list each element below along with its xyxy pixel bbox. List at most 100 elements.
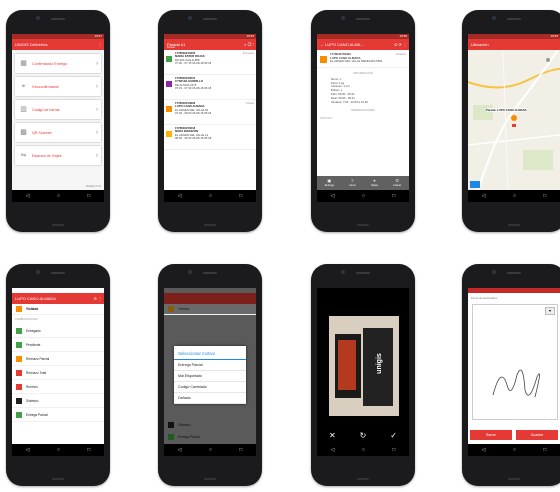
info-value: 7:00 - 10:00 a 13:20 xyxy=(342,99,368,104)
recent-apps-icon[interactable]: □ xyxy=(87,447,90,453)
camera-icon xyxy=(188,270,192,274)
action-llamar[interactable]: ✆ Llamar xyxy=(393,178,402,188)
bg-state-row: Siniestro xyxy=(164,420,256,430)
toolbar-actions[interactable]: ⌕ ⟳ ⋮ xyxy=(244,39,254,50)
bg-state-row: Visitado xyxy=(164,304,256,315)
menu-item[interactable]: ▦ Confirmación Entrega › xyxy=(15,54,101,73)
time-window: 07:15 - 07:30 xyxy=(175,86,192,91)
reason-option[interactable]: Entrega Parcial xyxy=(174,360,246,371)
home-icon[interactable]: ○ xyxy=(513,447,516,453)
action-label: Llamar xyxy=(393,183,402,187)
chevron-right-icon: › xyxy=(96,106,98,113)
time-window: 08:00 - 08:20 xyxy=(175,136,192,141)
menu-item[interactable]: ▩ QR Scanner › xyxy=(15,123,101,142)
state-label: Siniestro xyxy=(26,398,39,403)
app-title: Parada #1 Parada ⌕ ⟳ ⋮ xyxy=(164,39,256,50)
recent-apps-icon[interactable]: □ xyxy=(239,193,242,199)
back-icon[interactable]: ◁ xyxy=(482,447,486,453)
reason-option[interactable]: Mal Etiquetado xyxy=(174,371,246,382)
back-icon[interactable]: ◁ xyxy=(178,193,182,199)
list-item[interactable]: 1778646150001 CYNTHIA GORDILLO DE ALSINA … xyxy=(164,75,256,100)
state-label: Reenvío xyxy=(26,384,38,389)
map-icon: ⌖ xyxy=(373,177,376,183)
list-item[interactable]: 1778646150305 Entregado MARIA ESTER ROJAS… xyxy=(164,50,256,75)
info-row: Ventana: 7:00 - 10:00 a 13:20 xyxy=(331,99,368,104)
back-icon[interactable]: ◁ xyxy=(26,193,30,199)
stop-color-badge xyxy=(166,131,172,137)
recent-apps-icon[interactable]: □ xyxy=(392,193,395,199)
home-icon[interactable]: ○ xyxy=(57,193,60,199)
stop-date: 06-08-18 05:18 xyxy=(192,86,212,91)
back-icon[interactable]: ◁ xyxy=(331,193,335,199)
overflow-menu-icon[interactable]: ⋮ xyxy=(98,39,102,50)
recent-apps-icon[interactable]: □ xyxy=(87,193,90,199)
list-icon: ≡ xyxy=(351,177,354,183)
signature-pad[interactable]: ▾ xyxy=(472,304,558,420)
back-arrow-icon[interactable]: ← xyxy=(320,42,324,47)
signature-menu-icon[interactable]: ▾ xyxy=(545,307,555,315)
barcode-icon: ▥ xyxy=(20,106,27,113)
bg-state-label: Entrega Parcial xyxy=(178,435,200,439)
android-nav-bar: ◁ ○ □ xyxy=(317,444,409,456)
state-label: Rechazo Parcial xyxy=(26,356,50,361)
state-color-icon xyxy=(16,327,22,334)
state-option[interactable]: Entrega Parcial xyxy=(12,408,104,422)
action-mapa[interactable]: ⌖ Mapa xyxy=(371,177,378,188)
menu-item-label: Geoconfirmación xyxy=(32,84,60,89)
recent-apps-icon[interactable]: □ xyxy=(392,447,395,453)
home-icon[interactable]: ○ xyxy=(362,447,365,453)
state-option[interactable]: Rechazo Total xyxy=(12,366,104,380)
dialog-title: Seleccionar motivo xyxy=(174,346,246,360)
back-icon[interactable]: ◁ xyxy=(26,447,30,453)
screen-reason-dialog: Visitado Seleccionar motivo Entrega Parc… xyxy=(164,288,256,456)
home-icon[interactable]: ○ xyxy=(209,447,212,453)
stop-color-badge xyxy=(166,81,172,87)
state-color-icon xyxy=(16,411,22,418)
back-icon[interactable]: ◁ xyxy=(482,193,486,199)
recent-apps-icon[interactable]: □ xyxy=(543,447,546,453)
stop-color-badge xyxy=(166,106,172,112)
screen-signature: Firma de destinatario ▾ Borrar Guardar ◁… xyxy=(468,288,560,456)
recent-apps-icon[interactable]: □ xyxy=(543,193,546,199)
recent-apps-icon[interactable]: □ xyxy=(239,447,242,453)
state-option[interactable]: Pendiente xyxy=(12,338,104,352)
chevron-right-icon: › xyxy=(96,129,98,136)
clear-button[interactable]: Borrar xyxy=(470,430,512,440)
toolbar-actions[interactable]: ⊘ ⋮ xyxy=(94,293,102,304)
menu-item[interactable]: ⌖ Geoconfirmación › xyxy=(15,77,101,96)
customer-address: EL ARGEN DEL VALLE MENDOZA 5501 xyxy=(330,59,383,64)
phone-2: 19:55 Parada #1 Parada ⌕ ⟳ ⋮ 1778646150305… xyxy=(158,10,262,232)
home-icon[interactable]: ○ xyxy=(209,193,212,199)
stop-state: Visitado xyxy=(245,102,254,105)
stop-date: 06-08-18 05:18 xyxy=(192,61,212,66)
earpiece xyxy=(356,272,370,274)
retake-icon[interactable]: ↻ xyxy=(360,431,367,440)
android-nav-bar: ◁ ○ □ xyxy=(164,190,256,202)
home-icon[interactable]: ○ xyxy=(57,447,60,453)
action-items[interactable]: ≡ Items xyxy=(349,177,355,188)
confirm-icon[interactable]: ✓ xyxy=(390,431,397,440)
back-icon[interactable]: ◁ xyxy=(178,447,182,453)
stop-state: Visitado xyxy=(395,52,406,56)
list-item[interactable]: 1778646150993 Visitado LUPO CANO ALMADA EL… xyxy=(164,100,256,125)
phone-5: LUPO CANO ALMADA ⊘ ⋮ Visitado CAMBIAR EST… xyxy=(6,264,110,486)
save-button[interactable]: Guardar xyxy=(516,430,558,440)
back-icon[interactable]: ◁ xyxy=(331,447,335,453)
menu-item[interactable]: ⇋ Estación de Viajes › xyxy=(15,146,101,165)
state-option[interactable]: Siniestro xyxy=(12,394,104,408)
home-icon[interactable]: ○ xyxy=(513,193,516,199)
action-entrega[interactable]: ▣ Entrega xyxy=(325,177,334,188)
state-option[interactable]: Entregado xyxy=(12,324,104,338)
reason-option[interactable]: Codigo Cambiado xyxy=(174,382,246,393)
list-item[interactable]: 1778646150218 NORA INFANZON EL ARGEN DEL … xyxy=(164,125,256,150)
state-option[interactable]: Rechazo Parcial xyxy=(12,352,104,366)
cancel-icon[interactable]: ✕ xyxy=(329,431,336,440)
app-title: LUPO CANO ALMADA ⊘ ⋮ xyxy=(12,293,104,304)
home-icon[interactable]: ○ xyxy=(362,193,365,199)
map-view[interactable] xyxy=(468,50,560,190)
toolbar-actions[interactable]: ⊘ ⟳ ⋮ xyxy=(394,39,407,50)
menu-item[interactable]: ▥ Código de barras › xyxy=(15,100,101,119)
reason-option[interactable]: Dañado xyxy=(174,393,246,404)
truck-icon: ▣ xyxy=(327,177,332,183)
state-option[interactable]: Reenvío xyxy=(12,380,104,394)
